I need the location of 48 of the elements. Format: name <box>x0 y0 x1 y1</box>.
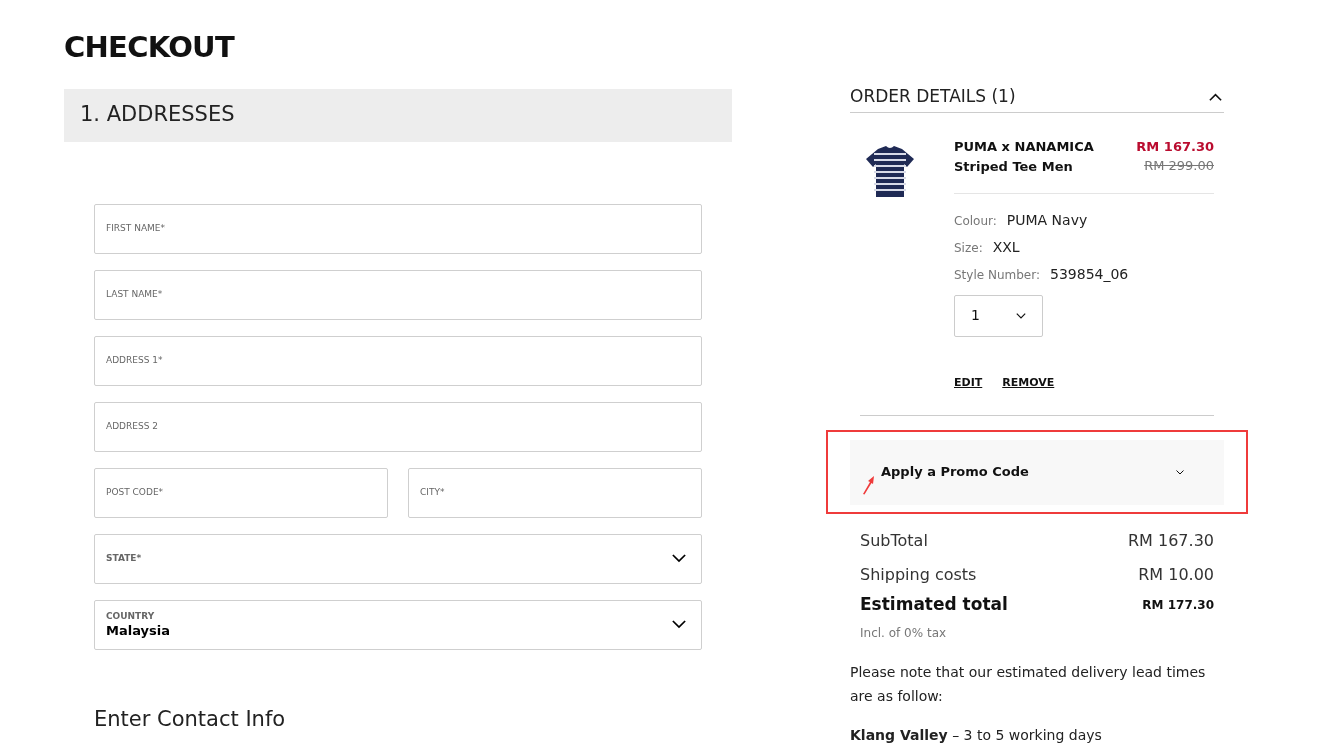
field-label: COUNTRY <box>106 609 156 623</box>
input-field[interactable]: ADDRESS 2 <box>94 401 702 452</box>
attribute-value: 539854_06 <box>1050 264 1129 284</box>
chevron-down-icon <box>672 554 686 563</box>
sale-price: RM 167.30 <box>1136 137 1214 156</box>
chevron-down-icon <box>672 620 686 629</box>
quantity-select[interactable]: 1 <box>954 294 1043 337</box>
order-details-title: ORDER DETAILS (1) <box>850 85 1016 108</box>
attribute-label: Size: <box>954 239 983 257</box>
chevron-down-icon <box>1016 312 1026 319</box>
summary-value: RM 177.30 <box>1142 597 1214 614</box>
field-label: ADDRESS 1* <box>106 353 163 367</box>
promo-code-toggle[interactable]: Apply a Promo Code <box>850 439 1224 505</box>
input-field[interactable]: LAST NAME* <box>94 269 702 320</box>
original-price: RM 299.00 <box>1144 157 1214 175</box>
attribute-value: XXL <box>992 237 1020 257</box>
select-field[interactable]: COUNTRY Malaysia <box>94 599 702 650</box>
delivery-note: Please note that our estimated delivery lead times are as follow: <box>850 663 1207 706</box>
tax-note: Incl. of 0% tax <box>860 625 948 642</box>
field-label: LAST NAME* <box>106 287 163 301</box>
attribute-label: Colour: <box>954 212 997 230</box>
attribute-value: PUMA Navy <box>1006 210 1088 230</box>
arrow-icon <box>861 474 875 495</box>
field-label: STATE* <box>106 551 142 565</box>
field-label: FIRST NAME* <box>106 221 165 235</box>
input-field[interactable]: ADDRESS 1* <box>94 335 702 386</box>
delivery-time: Klang Valley – 3 to 5 working days <box>850 726 1103 745</box>
summary-value: RM 10.00 <box>1138 564 1214 586</box>
attribute-label: Style Number: <box>954 266 1040 284</box>
field-value: Malaysia <box>106 623 170 640</box>
summary-label: Shipping costs <box>860 564 977 586</box>
select-field[interactable]: STATE* <box>94 533 702 584</box>
input-field[interactable]: POST CODE* <box>94 467 388 518</box>
order-details-header[interactable]: ORDER DETAILS (1) <box>850 84 1224 113</box>
action-link[interactable]: EDIT <box>954 374 983 391</box>
product-name: PUMA x NANAMICA Striped Tee Men <box>954 137 1095 176</box>
summary-value: RM 167.30 <box>1128 530 1214 552</box>
field-label: CITY* <box>420 485 445 499</box>
page-title: CHECKOUT <box>64 29 236 66</box>
summary-label: SubTotal <box>860 530 928 552</box>
field-label: POST CODE* <box>106 485 164 499</box>
field-label: ADDRESS 2 <box>106 419 158 433</box>
input-field[interactable]: CITY* <box>408 467 702 518</box>
summary-label: Estimated total <box>860 593 1008 617</box>
section-title: 1. ADDRESSES <box>80 101 235 129</box>
input-field[interactable]: FIRST NAME* <box>94 203 702 254</box>
contact-heading: Enter Contact Info <box>94 705 287 733</box>
action-link[interactable]: REMOVE <box>1002 374 1055 391</box>
